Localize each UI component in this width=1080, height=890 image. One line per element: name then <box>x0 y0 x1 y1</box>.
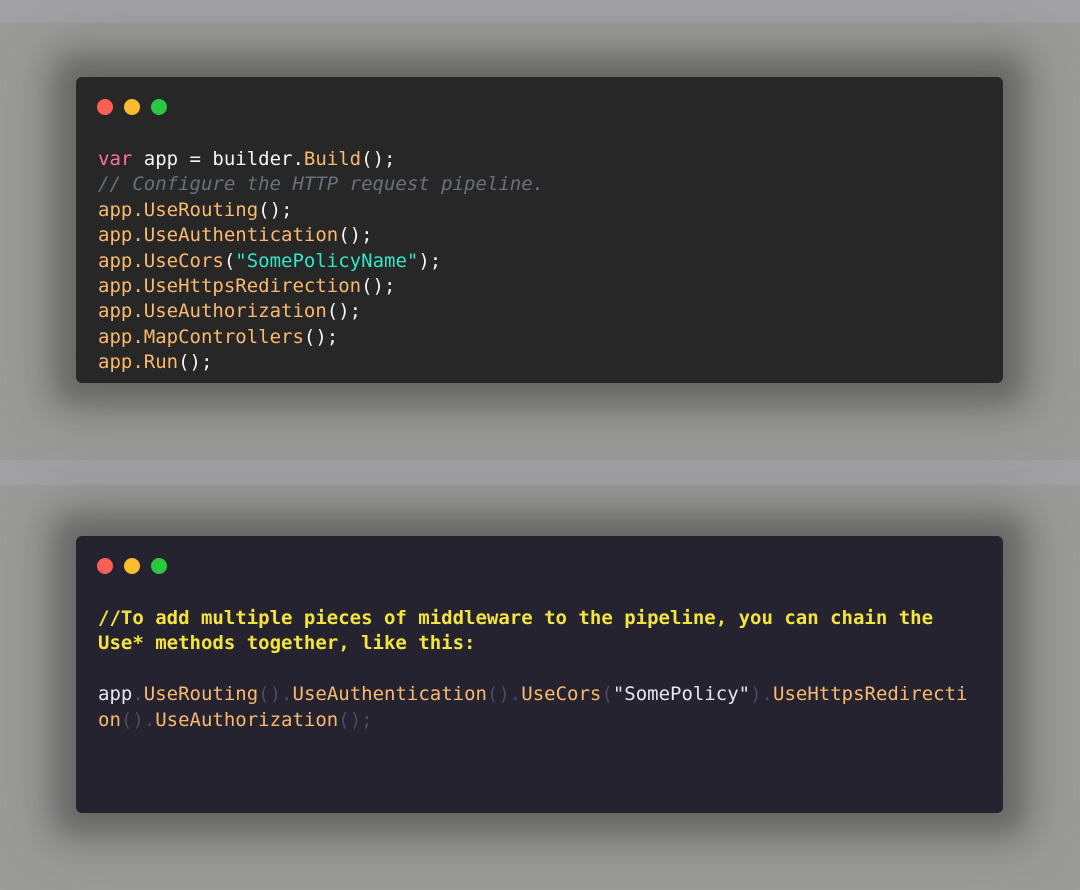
code-token: (); <box>338 224 373 247</box>
code-token: on <box>98 708 121 731</box>
code-token: "SomePolicyName" <box>235 249 419 272</box>
code-token: UseCors <box>143 249 224 272</box>
code-token: (); <box>303 325 339 348</box>
code-line: app.UseRouting().UseAuthentication().Use… <box>98 683 967 705</box>
code-line: app.Run(); <box>98 351 212 373</box>
code-token: . <box>132 683 144 706</box>
code-token: app <box>98 683 133 706</box>
code-token: app. <box>98 351 144 374</box>
code-token: ( <box>601 683 613 706</box>
code-token: "SomePolicy" <box>612 683 751 706</box>
code-token: app. <box>98 325 144 348</box>
code-token: UseAuthorization <box>155 708 339 731</box>
code-token: var <box>98 148 133 170</box>
code-token: ( <box>223 249 236 272</box>
code-token: ); <box>418 249 442 272</box>
code-token: UseRouting <box>143 198 259 221</box>
code-token: (). <box>486 683 522 706</box>
code-token: UseCors <box>521 683 602 706</box>
code-line: app.UseCors("SomePolicyName"); <box>98 250 441 272</box>
code-token: app. <box>98 249 144 272</box>
code-token: (); <box>338 708 373 731</box>
code-token: Run <box>143 351 179 374</box>
code-token: app. <box>98 275 144 298</box>
code-token: (). <box>258 683 293 706</box>
code-token: app. <box>98 300 144 323</box>
code-token: UseRouting <box>143 683 259 706</box>
code-token: (); <box>326 300 362 323</box>
code-token: Build <box>303 148 362 170</box>
code-token: (); <box>178 351 213 374</box>
code-token: app. <box>98 224 144 247</box>
code-token: (). <box>120 708 156 731</box>
code-token: (); <box>258 198 293 221</box>
code-token: UseHttpsRedirecti <box>773 683 968 706</box>
code-token: UseAuthorization <box>143 300 327 323</box>
code-block-bottom: //To add multiple pieces of middleware t… <box>98 606 967 733</box>
code-window-bottom: //To add multiple pieces of middleware t… <box>76 536 1003 813</box>
code-token: ). <box>750 683 773 706</box>
code-line: Use* methods together, like this: <box>98 632 476 654</box>
code-token: UseHttpsRedirection <box>143 275 362 298</box>
code-token: app = builder. <box>132 148 304 170</box>
minimize-dot-icon <box>124 558 140 574</box>
maximize-dot-icon <box>151 99 167 115</box>
code-token: UseAuthentication <box>143 224 339 247</box>
code-line: // Configure the HTTP request pipeline. <box>98 173 544 195</box>
code-token: UseAuthentication <box>292 683 487 706</box>
code-line: app.UseRouting(); <box>98 199 292 221</box>
code-line: //To add multiple pieces of middleware t… <box>98 607 933 629</box>
code-line: app.UseAuthorization(); <box>98 300 361 322</box>
close-dot-icon <box>97 99 113 115</box>
window-controls <box>97 99 167 115</box>
code-line: app.UseHttpsRedirection(); <box>98 275 395 297</box>
code-line: on().UseAuthorization(); <box>98 709 373 731</box>
code-line: var app = builder.Build(); <box>98 148 395 170</box>
close-dot-icon <box>97 558 113 574</box>
code-token: //To add multiple pieces of middleware t… <box>98 607 934 629</box>
code-token: Use* methods together, like this: <box>98 632 476 655</box>
minimize-dot-icon <box>124 99 140 115</box>
window-controls <box>97 558 167 574</box>
code-token: MapControllers <box>143 325 304 348</box>
code-line: app.MapControllers(); <box>98 326 338 348</box>
code-token: (); <box>361 148 396 170</box>
code-token: // Configure the HTTP request pipeline. <box>98 173 545 196</box>
code-line: app.UseAuthentication(); <box>98 224 373 246</box>
code-block-top: var app = builder.Build(); // Configure … <box>98 147 544 376</box>
code-token: (); <box>361 275 396 298</box>
code-token: app. <box>98 198 144 221</box>
maximize-dot-icon <box>151 558 167 574</box>
code-window-top: var app = builder.Build(); // Configure … <box>76 77 1003 383</box>
